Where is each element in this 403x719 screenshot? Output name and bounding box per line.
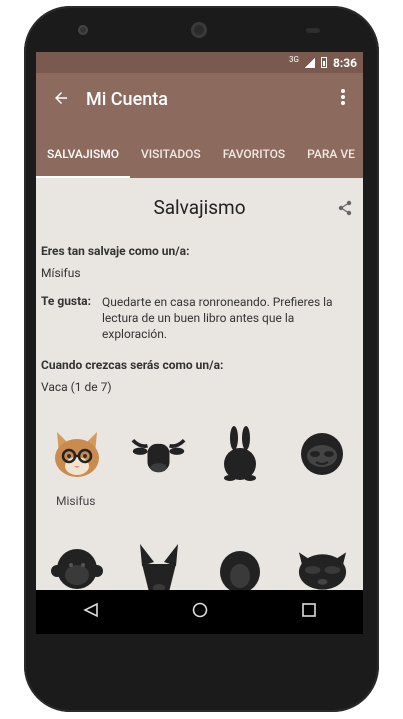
section-title: Salvajismo (41, 178, 358, 232)
likes-label: Te gusta: (41, 294, 91, 308)
square-recents-icon (301, 603, 316, 617)
phone-top-bezel (24, 6, 379, 52)
tab-visitados[interactable]: VISITADOS (130, 126, 212, 178)
back-nav-button[interactable] (82, 602, 99, 622)
android-navbar (36, 590, 363, 634)
earpiece-speaker (191, 22, 207, 38)
likes-text: Quedarte en casa ronroneando. Prefieres … (102, 295, 333, 341)
circle-home-icon (192, 602, 207, 618)
arrow-left-icon (55, 91, 67, 104)
future-answer: Vaca (1 de 7) (41, 380, 112, 394)
status-bar: 3G 8:36 (36, 52, 363, 73)
tab-salvajismo[interactable]: SALVAJISMO (36, 126, 130, 178)
cow-icon[interactable] (131, 427, 186, 482)
status-time: 8:36 (332, 55, 357, 70)
tab-favoritos[interactable]: FAVORITOS (212, 126, 296, 178)
sloth-icon[interactable] (295, 427, 350, 482)
front-camera (78, 25, 88, 35)
tab-bar: SALVAJISMO VISITADOS FAVORITOS PARA VE (36, 126, 363, 178)
profile-content: Salvajismo Eres tan salvaje como un/a: M… (36, 178, 363, 394)
home-nav-button[interactable] (192, 602, 208, 622)
page-title: Mi Cuenta (86, 89, 168, 110)
app-screen: 3G 8:36 Mi Cuenta SALVAJISMO VISITADOS F… (36, 52, 363, 634)
selected-animal-name: Misifus (56, 494, 96, 508)
recents-nav-button[interactable] (301, 602, 317, 622)
overflow-menu-button[interactable] (323, 88, 363, 111)
battery-icon (320, 57, 327, 68)
tab-para-ver[interactable]: PARA VE (296, 126, 363, 178)
future-question: Cuando crezcas serás como un/a: (41, 358, 224, 372)
rabbit-icon[interactable] (213, 426, 268, 482)
more-vert-icon (341, 89, 345, 105)
back-button[interactable] (36, 88, 86, 112)
likes-block: Te gusta: Quedarte en casa ronroneando. … (41, 294, 358, 342)
triangle-back-icon (82, 602, 98, 618)
wild-answer: Mísifus (41, 266, 81, 280)
animal-row-1 (36, 424, 363, 484)
cat-glasses-icon[interactable] (49, 427, 104, 482)
wild-question: Eres tan salvaje como un/a: (41, 244, 190, 258)
animal-grid (36, 424, 363, 600)
signal-icon (304, 57, 315, 68)
proximity-sensor (306, 28, 320, 33)
app-bar: Mi Cuenta (36, 73, 363, 126)
section-title-text: Salvajismo (153, 196, 246, 219)
network-type: 3G (289, 55, 299, 64)
share-icon[interactable] (338, 200, 352, 216)
